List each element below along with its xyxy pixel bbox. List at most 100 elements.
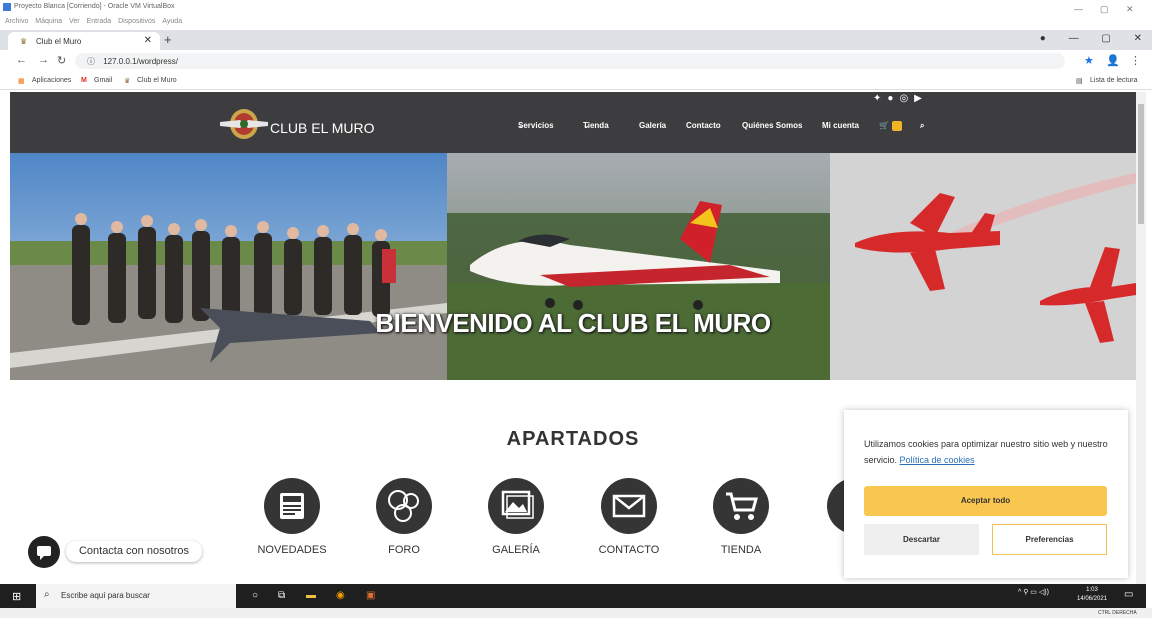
hero-title: BIENVENIDO AL CLUB EL MURO [375,308,771,338]
envelope-icon [601,478,657,534]
apps-grid-icon[interactable]: ▦ [18,77,25,85]
nav-quienes-somos[interactable]: Quiénes Somos [742,121,802,130]
category-foro[interactable]: FORO [349,478,459,556]
nav-contacto[interactable]: Contacto [686,121,721,130]
back-icon[interactable]: ← [16,54,27,66]
xampp-icon[interactable]: ▣ [366,590,375,601]
maximize-icon[interactable]: ▢ [1101,33,1110,44]
nav-mi-cuenta[interactable]: Mi cuenta [822,121,859,130]
instagram-icon[interactable]: ◎ [899,93,914,104]
bookmark-star-icon[interactable]: ★ [1084,54,1094,67]
social-icons: ✦●◎▶ [873,93,928,104]
close-tab-icon[interactable]: ✕ [144,35,152,46]
category-label: NOVEDADES [257,544,327,556]
close-icon[interactable]: ✕ [1134,33,1142,44]
minimize-icon[interactable]: — [1069,33,1079,44]
category-label: GALERÍA [492,544,540,556]
profile-icon[interactable]: ● [1040,33,1046,44]
clock[interactable]: 1:03 14/06/2021 [1077,586,1107,604]
chat-button[interactable] [28,536,60,568]
cart-icon [713,478,769,534]
category-label: FORO [388,544,420,556]
windows-taskbar: ⊞ ⌕ Escribe aquí para buscar ○ ⧉ ▬ ◉ ▣ ^… [0,584,1146,608]
clock-time: 1:03 [1086,587,1098,593]
gmail-icon: M [81,77,87,84]
address-bar-row: ← → ↻ ⓘ 127.0.0.1/wordpress/ ★ 👤 ⋮ [0,50,1152,72]
reading-list-icon[interactable]: ▤ [1076,77,1083,85]
discard-button[interactable]: Descartar [864,524,979,555]
vm-title-bar: Proyecto Blanca [Corriendo] - Oracle VM … [0,0,1152,18]
bookmark-club-el-muro[interactable]: Club el Muro [137,77,177,84]
category-label: TIENDA [720,544,762,556]
chevron-down-icon: ⌄ [518,121,525,130]
cookie-policy-link[interactable]: Política de cookies [900,455,975,465]
news-icon [264,478,320,534]
nav-galeria[interactable]: Galería [639,121,666,130]
menu-dots-icon[interactable]: ⋮ [1130,54,1141,67]
host-key-label: CTRL DERECHA [1098,610,1137,616]
taskbar-search-input[interactable]: ⌕ Escribe aquí para buscar [36,584,236,608]
category-galeria[interactable]: GALERÍA [461,478,571,556]
search-icon: ⌕ [44,589,50,600]
menu-ver[interactable]: Ver [69,18,80,25]
chrome-icon[interactable]: ◉ [336,590,345,601]
twitter-icon[interactable]: ✦ [873,93,887,104]
gallery-icon [488,478,544,534]
hero-banner: BIENVENIDO AL CLUB EL MURO [10,153,1136,380]
hero-collage [10,153,1136,380]
tab-club-el-muro[interactable]: ♛ Club el Muro ✕ [8,32,160,50]
info-icon[interactable]: ⓘ [87,57,95,66]
tab-bar: ♛ Club el Muro ✕ [0,30,1152,50]
maximize-icon[interactable]: ▢ [1100,4,1109,15]
vm-menu-bar: Archivo Máquina Ver Entrada Dispositivos… [0,18,1152,30]
youtube-icon[interactable]: ▶ [914,93,928,104]
bookmark-gmail[interactable]: Gmail [94,77,112,84]
virtualbox-icon [3,3,11,11]
reload-icon[interactable]: ↻ [57,54,66,67]
preferences-button[interactable]: Preferencias [992,524,1107,555]
reading-list[interactable]: Lista de lectura [1090,77,1137,84]
browser-window-controls: ● — ▢ ✕ [1020,33,1142,44]
account-icon[interactable]: 👤 [1106,54,1120,67]
club-logo[interactable] [220,106,268,142]
close-icon[interactable]: ✕ [1126,4,1134,15]
tab-title: Club el Muro [36,37,82,46]
cortana-icon[interactable]: ○ [252,590,258,601]
notifications-icon[interactable]: ▭ [1124,589,1133,600]
minimize-icon[interactable]: — [1074,4,1083,14]
menu-entrada[interactable]: Entrada [87,18,112,25]
scrollbar-thumb[interactable] [1138,104,1144,224]
search-placeholder: Escribe aquí para buscar [61,591,150,600]
system-tray[interactable]: ^ ⚲ ▭ ◁)) [1018,588,1049,596]
url-input[interactable]: ⓘ 127.0.0.1/wordpress/ [75,53,1065,69]
chat-label[interactable]: Contacta con nosotros [66,541,202,562]
cart-count-badge [892,121,902,131]
vm-status-bar: CTRL DERECHA [0,608,1152,618]
windows-start-icon[interactable]: ⊞ [12,590,21,603]
forward-icon[interactable]: → [38,54,49,66]
bookmarks-bar: ▦ Aplicaciones M Gmail ♛ Club el Muro ▤ … [0,72,1152,90]
menu-maquina[interactable]: Máquina [35,18,62,25]
menu-archivo[interactable]: Archivo [5,18,28,25]
facebook-icon[interactable]: ● [887,93,899,104]
page-scrollbar[interactable] [1136,92,1146,584]
brand-name[interactable]: CLUB EL MURO [270,120,375,136]
new-tab-icon[interactable]: + [164,32,172,47]
category-novedades[interactable]: NOVEDADES [237,478,347,556]
cookie-banner: Utilizamos cookies para optimizar nuestr… [844,410,1128,578]
cart-icon[interactable]: 🛒 [879,121,889,130]
search-icon[interactable]: ⌕ [920,121,924,131]
chevron-down-icon: ⌄ [583,121,590,130]
bookmark-aplicaciones[interactable]: Aplicaciones [32,77,71,84]
menu-ayuda[interactable]: Ayuda [162,18,182,25]
category-contacto[interactable]: CONTACTO [574,478,684,556]
accept-all-button[interactable]: Aceptar todo [864,486,1107,516]
favicon-icon: ♛ [20,37,28,46]
task-view-icon[interactable]: ⧉ [278,590,285,601]
site-header: ✦●◎▶ CLUB EL MURO Servicios ⌄ Tienda ⌄ G… [10,92,1136,153]
menu-dispositivos[interactable]: Dispositivos [118,18,155,25]
chat-bubbles-icon [376,478,432,534]
file-explorer-icon[interactable]: ▬ [306,590,316,601]
url-text: 127.0.0.1/wordpress/ [103,57,178,66]
category-tienda[interactable]: TIENDA [686,478,796,556]
